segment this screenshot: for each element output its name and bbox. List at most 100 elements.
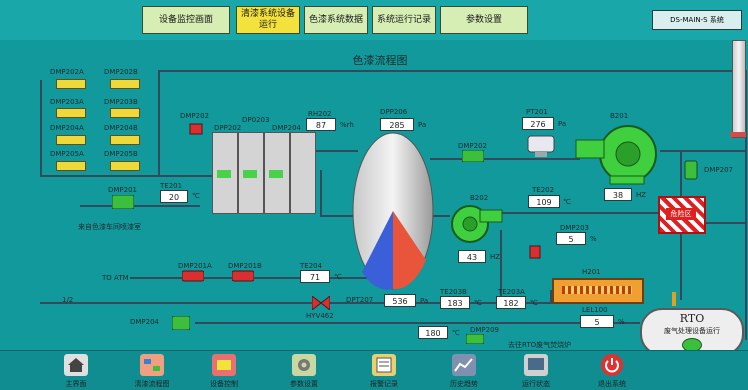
damper-label: DMP204B	[104, 124, 138, 132]
reading-dpp206: 285	[380, 118, 414, 131]
valve-red-icon[interactable]	[312, 296, 330, 310]
tag-te203b: TE203B	[440, 288, 467, 296]
nav-label: 报警记录	[370, 380, 398, 388]
yellow-damper-6[interactable]	[110, 135, 140, 145]
tab-params[interactable]: 参数设置	[440, 6, 528, 34]
return-note: 去往RTO废气焚烧炉	[508, 341, 572, 349]
tab-run-record[interactable]: 系统运行记录	[372, 6, 436, 34]
tag-dpp206: DPP206	[380, 108, 408, 116]
stack-pipe	[732, 40, 746, 138]
unit: Pa	[420, 297, 429, 305]
rto-unit[interactable]: RTO 废气处理设备运行	[640, 308, 744, 356]
tag-dmp203: DMP203	[560, 224, 590, 232]
pipe	[40, 80, 42, 177]
damper-label: DMP204A	[50, 124, 84, 132]
unit: %	[590, 235, 597, 243]
tab-label: 参数设置	[465, 14, 502, 25]
tag-te201: TE201	[160, 182, 183, 190]
valve-green-icon[interactable]	[466, 334, 484, 344]
valve-red-icon[interactable]	[528, 244, 542, 260]
yellow-damper-4[interactable]	[110, 108, 140, 118]
valve-green-icon[interactable]	[172, 316, 190, 330]
tab-label: 系统运行记录	[376, 14, 431, 25]
valve-red-icon[interactable]	[232, 270, 254, 282]
nav-exit[interactable]: 退出系统	[584, 352, 640, 388]
rto-sub: 废气处理设备运行	[664, 327, 720, 335]
pipe	[320, 170, 322, 217]
yellow-damper-2[interactable]	[110, 79, 140, 89]
nav-control[interactable]: 设备控制	[196, 352, 252, 388]
nav-label: 设备控制	[210, 380, 238, 388]
tab-monitor[interactable]: 设备监控画面	[142, 6, 230, 34]
valve-green-icon[interactable]	[462, 150, 484, 162]
alarm-icon	[372, 354, 396, 376]
unit: ℃	[474, 299, 482, 307]
tab-label: 色漆系统数据	[308, 14, 363, 25]
heater-h201	[552, 278, 644, 304]
tag-dpp202: DPP202	[214, 124, 242, 132]
fan-b201-icon[interactable]	[574, 118, 664, 188]
yellow-damper-7[interactable]	[56, 161, 86, 171]
tag-dpp204: DMP204	[272, 124, 302, 132]
yellow-damper-1[interactable]	[56, 79, 86, 89]
flow-icon	[140, 354, 164, 376]
nav-label: 参数设置	[290, 380, 318, 388]
trend-icon	[452, 354, 476, 376]
valve-green-icon[interactable]	[112, 195, 134, 209]
reading-dpt207: 536	[384, 294, 416, 307]
tag-dmp204: DMP204	[130, 318, 160, 326]
nav-label: 运行状态	[522, 380, 550, 388]
nav-status[interactable]: 运行状态	[508, 352, 564, 388]
unit: HZ	[636, 191, 647, 199]
unit: ℃	[334, 273, 342, 281]
valve-red-icon[interactable]	[182, 270, 204, 282]
tab-label: 清漆系统设备运行	[240, 9, 295, 30]
valve-green-icon[interactable]	[684, 160, 698, 180]
page-title: 色漆流程图	[352, 54, 408, 67]
rto-label: RTO	[679, 312, 705, 325]
yellow-damper-3[interactable]	[56, 108, 86, 118]
reading-te203a: 182	[496, 296, 526, 309]
damper-label: DMP203B	[104, 98, 138, 106]
filter-bank	[212, 132, 316, 214]
reading-te203b: 183	[440, 296, 470, 309]
tag-h201: H201	[582, 268, 601, 276]
tag-hyv: HYV462	[306, 312, 334, 320]
pipe	[195, 322, 640, 324]
tag-dmp207: DMP207	[704, 166, 734, 174]
filter-indicator	[269, 170, 283, 178]
power-icon	[601, 354, 623, 376]
tab-varnish-run[interactable]: 清漆系统设备运行	[236, 6, 300, 34]
damper-label: DMP202B	[104, 68, 138, 76]
tag-dmp201a: DMP201A	[178, 262, 212, 270]
nav-label: 退出系统	[598, 380, 626, 388]
tag-rh202: RH202	[308, 110, 332, 118]
fan-b202-icon[interactable]	[444, 202, 504, 246]
tag-te202: TE202	[532, 186, 555, 194]
reading-te201: 20	[160, 190, 188, 203]
tag-te203a: TE203A	[498, 288, 525, 296]
yellow-damper-5[interactable]	[56, 135, 86, 145]
filter-unit	[290, 132, 316, 214]
pipe	[80, 205, 200, 207]
tag-dmp-red: DMP202	[180, 112, 210, 120]
nav-settings[interactable]: 参数设置	[276, 352, 332, 388]
nav-label: 清漆流程图	[134, 380, 170, 388]
tab-color-data[interactable]: 色漆系统数据	[304, 6, 368, 34]
valve-red-icon[interactable]	[188, 121, 204, 137]
nav-varnish-flow[interactable]: 清漆流程图	[124, 352, 180, 388]
reading-b201: 38	[604, 188, 632, 201]
reading-b202: 43	[458, 250, 486, 263]
pipe	[660, 150, 745, 152]
system-id: DS-MAIN-S 系统	[670, 16, 724, 24]
yellow-damper-8[interactable]	[110, 161, 140, 171]
fuel-label: 1/2	[62, 296, 74, 304]
pipe	[130, 277, 380, 279]
danger-label: 危险区	[666, 208, 696, 220]
control-icon	[212, 354, 236, 376]
nav-home[interactable]: 主界面	[48, 352, 104, 388]
nav-alarm[interactable]: 报警记录	[356, 352, 412, 388]
tag-dp0203: DP0203	[242, 116, 270, 124]
tag-pt201: PT201	[526, 108, 548, 116]
nav-trend[interactable]: 历史趋势	[436, 352, 492, 388]
